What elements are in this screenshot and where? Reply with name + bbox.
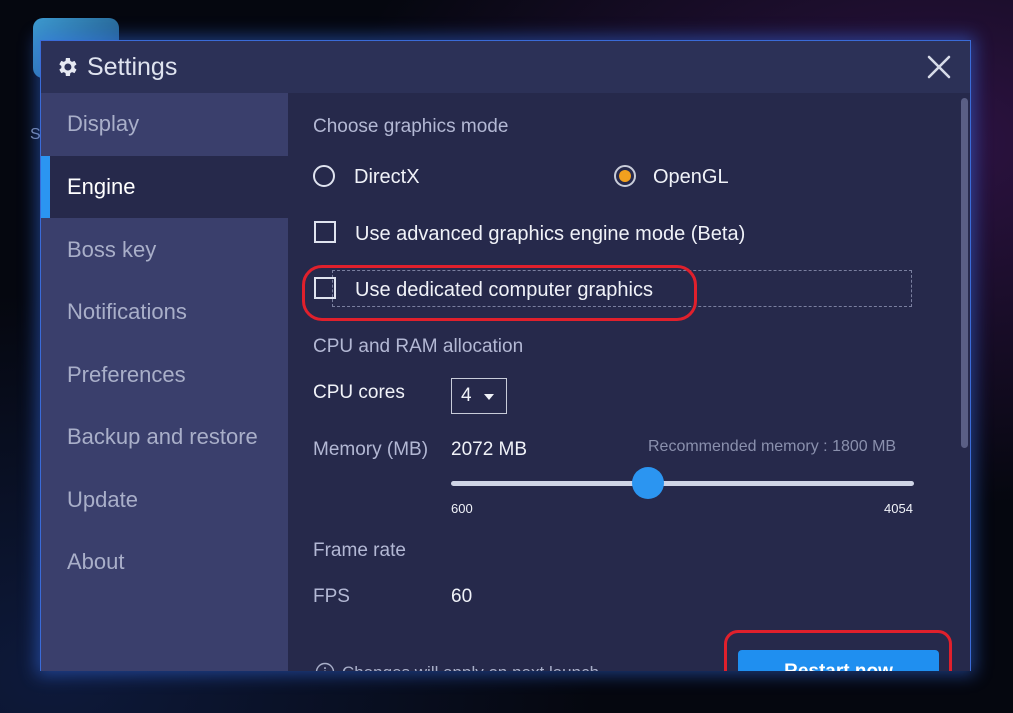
- recommended-memory-text: Recommended memory : 1800 MB: [648, 438, 897, 455]
- opengl-label[interactable]: OpenGL: [653, 166, 729, 189]
- gear-icon: [59, 58, 77, 76]
- scrollbar[interactable]: [961, 98, 968, 448]
- engine-settings-panel: Choose graphics mode DirectX OpenGL Use …: [288, 93, 970, 671]
- cpu-cores-label: CPU cores: [313, 382, 405, 403]
- opengl-radio[interactable]: [614, 165, 636, 187]
- settings-sidebar: Display Engine Boss key Notifications Pr…: [41, 93, 288, 671]
- sidebar-item-about[interactable]: About: [41, 531, 288, 593]
- memory-max-label: 4054: [884, 501, 913, 516]
- graphics-mode-title: Choose graphics mode: [313, 116, 509, 137]
- memory-label: Memory (MB): [313, 439, 429, 460]
- settings-dialog: Settings Display Engine Boss key Notific…: [40, 40, 971, 671]
- memory-min-label: 600: [451, 501, 473, 516]
- title-bar: Settings: [41, 41, 970, 93]
- cpu-cores-value: 4: [461, 385, 472, 406]
- changes-info-text: Changes will apply on next launch: [342, 663, 599, 671]
- sidebar-item-display[interactable]: Display: [41, 93, 288, 155]
- chevron-down-icon: [484, 394, 494, 400]
- cpu-ram-title: CPU and RAM allocation: [313, 336, 524, 357]
- sidebar-item-engine[interactable]: Engine: [41, 156, 288, 218]
- fps-value: 60: [451, 586, 473, 607]
- sidebar-item-notifications[interactable]: Notifications: [41, 281, 288, 343]
- dedicated-graphics-highlight: [302, 265, 697, 321]
- sidebar-item-update[interactable]: Update: [41, 469, 288, 531]
- sidebar-item-boss-key[interactable]: Boss key: [41, 219, 288, 281]
- memory-value: 2072 MB: [451, 439, 528, 460]
- sidebar-item-preferences[interactable]: Preferences: [41, 344, 288, 406]
- advanced-engine-label[interactable]: Use advanced graphics engine mode (Beta): [355, 223, 745, 246]
- info-icon: [315, 662, 335, 671]
- memory-slider-track[interactable]: [451, 481, 914, 486]
- cpu-cores-select[interactable]: 4: [451, 378, 507, 414]
- close-icon[interactable]: [923, 51, 955, 83]
- restart-button-highlight: [724, 630, 952, 671]
- directx-label[interactable]: DirectX: [354, 166, 420, 189]
- sidebar-item-backup-and-restore[interactable]: Backup and restore: [41, 406, 288, 468]
- memory-slider-thumb[interactable]: [632, 467, 665, 499]
- directx-radio[interactable]: [313, 165, 335, 187]
- fps-label: FPS: [313, 586, 350, 607]
- window-title: Settings: [87, 53, 178, 81]
- frame-rate-title: Frame rate: [313, 540, 406, 561]
- advanced-engine-checkbox[interactable]: [314, 221, 336, 243]
